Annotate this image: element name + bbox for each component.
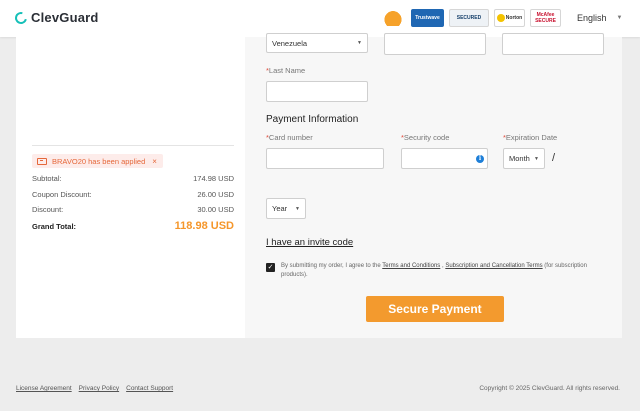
remove-coupon-close-icon[interactable]: × xyxy=(152,157,157,166)
language-selector[interactable]: English ▼ xyxy=(577,13,622,23)
country-select[interactable]: Venezuela ▼ xyxy=(266,33,368,53)
mcafee-badge: McAfee SECURE xyxy=(530,9,561,27)
discount-label: Discount: xyxy=(32,205,64,214)
payment-info-title: Payment Information xyxy=(266,114,359,125)
trustwave-badge: Trustwave xyxy=(411,9,444,27)
ssl-secured-badge: SECURED xyxy=(449,9,489,27)
copyright-text: Copyright © 2025 ClevGuard. All rights r… xyxy=(479,385,620,392)
language-label: English xyxy=(577,13,607,23)
secure-payment-button[interactable]: Secure Payment xyxy=(366,296,504,322)
coupon-ticket-icon xyxy=(37,157,47,165)
state-field[interactable] xyxy=(384,33,486,55)
summary-divider xyxy=(32,145,234,146)
footer-links: License Agreement Privacy Policy Contact… xyxy=(16,385,173,392)
grand-total-row: Grand Total: 118.98 USD xyxy=(32,220,234,232)
subscription-terms-link[interactable]: Subscription and Cancellation Terms xyxy=(445,263,542,269)
card-number-input[interactable] xyxy=(266,148,384,169)
logo-text: ClevGuard xyxy=(31,10,99,25)
country-value: Venezuela xyxy=(272,38,308,48)
agree-terms-text: By submitting my order, I agree to the T… xyxy=(281,262,611,280)
info-icon[interactable]: i xyxy=(476,155,484,163)
logo-icon xyxy=(12,9,30,26)
site-header: ClevGuard Trustwave SECURED Norton McAfe… xyxy=(0,0,640,37)
security-code-label-text: Security code xyxy=(403,133,450,142)
norton-badge: Norton xyxy=(494,9,525,27)
chevron-down-icon: ▼ xyxy=(295,205,300,212)
date-separator: / xyxy=(552,152,556,164)
security-code-input[interactable]: i xyxy=(401,148,488,169)
card-number-label-text: Card number xyxy=(268,133,313,142)
subtotal-label: Subtotal: xyxy=(32,174,62,183)
security-code-label: *Security code xyxy=(401,133,449,142)
coupon-discount-value: 26.00 USD xyxy=(197,190,234,199)
agree-checkbox[interactable]: ✓ xyxy=(266,263,275,272)
clevguard-logo[interactable]: ClevGuard xyxy=(12,9,99,26)
last-name-input[interactable] xyxy=(266,81,368,102)
chevron-down-icon: ▼ xyxy=(357,40,362,46)
terms-link[interactable]: Terms and Conditions xyxy=(382,263,440,269)
last-name-label: *Last Name xyxy=(266,66,305,75)
norton-check-icon xyxy=(496,14,505,22)
contact-support-link[interactable]: Contact Support xyxy=(126,385,173,392)
license-agreement-link[interactable]: License Agreement xyxy=(16,385,72,392)
coupon-discount-row: Coupon Discount: 26.00 USD xyxy=(32,190,234,199)
agree-prefix: By submitting my order, I agree to the xyxy=(281,263,383,269)
expiration-label-text: Expiration Date xyxy=(505,133,558,142)
chevron-down-icon: ▼ xyxy=(534,155,539,162)
privacy-policy-link[interactable]: Privacy Policy xyxy=(79,385,119,392)
expiration-month-select[interactable]: Month ▼ xyxy=(503,148,545,169)
expiration-date-label: *Expiration Date xyxy=(503,133,557,142)
year-value: Year xyxy=(272,204,288,213)
expiration-year-select[interactable]: Year ▼ xyxy=(266,198,306,219)
norton-text: Norton xyxy=(505,15,523,21)
last-name-label-text: Last Name xyxy=(268,66,306,75)
grand-total-label: Grand Total: xyxy=(32,222,77,231)
subtotal-value: 174.98 USD xyxy=(193,174,234,183)
chevron-down-icon: ▼ xyxy=(616,15,623,21)
subtotal-row: Subtotal: 174.98 USD xyxy=(32,174,234,183)
coupon-applied-notice: BRAVO20 has been applied × xyxy=(32,154,163,168)
discount-value: 30.00 USD xyxy=(197,205,234,214)
billing-payment-form: Venezuela ▼ *Last Name Payment Informati… xyxy=(245,33,622,338)
coupon-discount-label: Coupon Discount: xyxy=(32,190,92,199)
grand-total-value: 118.98 USD xyxy=(174,220,234,232)
trust-badges: Trustwave SECURED Norton McAfee SECURE xyxy=(380,9,561,27)
month-value: Month xyxy=(509,154,530,163)
coupon-text: BRAVO20 has been applied xyxy=(52,156,146,166)
discount-row: Discount: 30.00 USD xyxy=(32,205,234,214)
invite-code-link[interactable]: I have an invite code xyxy=(266,237,353,248)
award-badge xyxy=(380,9,406,27)
card-number-label: *Card number xyxy=(266,133,313,142)
city-field[interactable] xyxy=(502,33,604,55)
order-summary-panel: BRAVO20 has been applied × Subtotal: 174… xyxy=(16,37,245,338)
